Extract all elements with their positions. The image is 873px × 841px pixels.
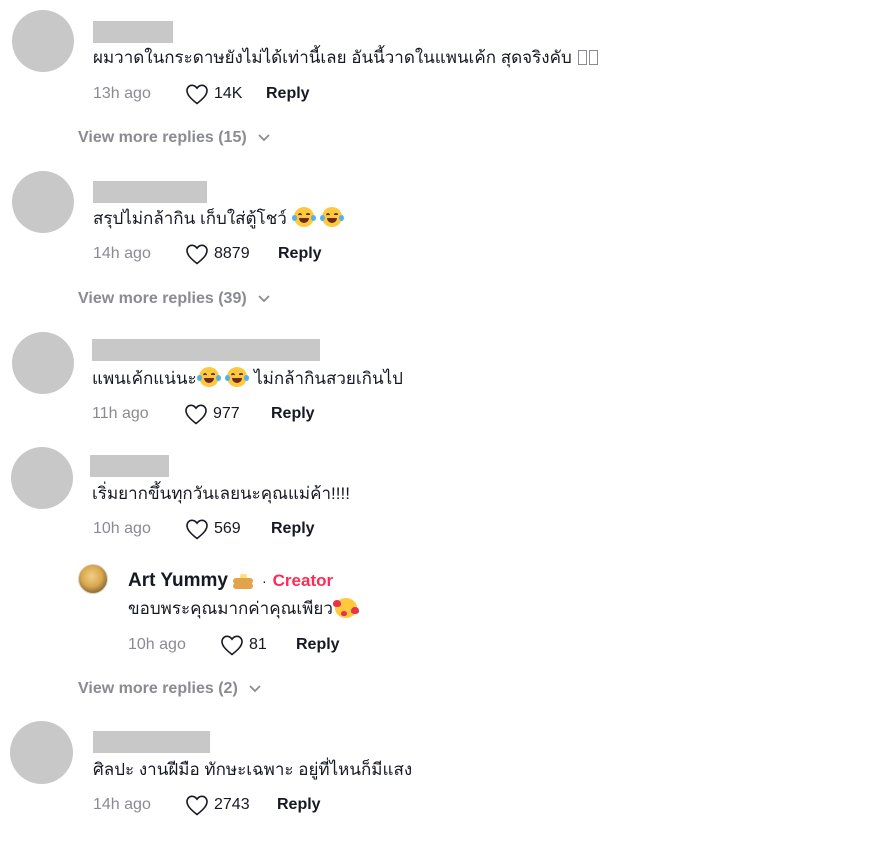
redacted-username[interactable] [90,455,169,477]
missing-glyph-icon [589,50,599,65]
creator-avatar[interactable] [78,564,108,594]
like-button[interactable]: 8879 [185,243,278,265]
like-count: 569 [214,520,241,537]
view-more-replies[interactable]: View more replies (39) [78,290,271,308]
heart-outline-icon [186,244,208,265]
redacted-username[interactable] [93,21,173,43]
reply-button[interactable]: Reply [296,636,340,654]
heart-outline-icon [186,795,208,816]
view-more-label: View more replies (15) [78,129,247,146]
view-more-replies[interactable]: View more replies (15) [78,129,271,147]
view-more-label: View more replies (39) [78,290,247,307]
face-with-tears-of-joy-icon [225,367,250,387]
reply-button[interactable]: Reply [271,405,315,423]
like-count: 2743 [214,796,250,813]
comment-text: ศิลปะ งานฝีมือ ทักษะเฉพาะ อยู่ที่ไหนก็มี… [93,760,413,779]
separator-dot: · [261,573,267,589]
like-count: 977 [213,405,240,422]
avatar[interactable] [12,171,74,233]
like-count: 8879 [214,245,250,262]
timestamp: 10h ago [128,636,186,653]
chevron-down-icon [258,134,270,142]
like-button[interactable]: 81 [220,634,296,656]
face-with-tears-of-joy-icon [196,367,221,387]
reply-button[interactable]: Reply [278,245,322,263]
view-more-replies[interactable]: View more replies (2) [78,680,262,698]
heart-outline-icon [221,635,243,656]
redacted-username[interactable] [92,339,320,361]
like-count: 81 [249,636,267,653]
avatar[interactable] [12,332,74,394]
like-button[interactable]: 569 [185,518,271,540]
smiling-face-with-hearts-icon [332,598,359,618]
avatar[interactable] [11,447,73,509]
heart-outline-icon [185,404,207,425]
like-button[interactable]: 14K [185,83,266,105]
like-button[interactable]: 2743 [185,794,277,816]
chevron-down-icon [258,295,270,303]
reply-button[interactable]: Reply [266,85,310,103]
chevron-down-icon [249,685,261,693]
redacted-username[interactable] [93,731,210,753]
avatar[interactable] [12,10,74,72]
redacted-username[interactable] [93,181,207,203]
timestamp: 13h ago [93,85,151,102]
comment-meta: 14h ago 8879 Reply [93,243,322,265]
creator-name[interactable]: Art Yummy [128,570,228,592]
pancakes-icon [232,572,254,590]
reply-text: ขอบพระคุณมากค่าคุณเพียว [128,598,359,620]
comment-meta: 11h ago 977 Reply [92,403,315,425]
like-button[interactable]: 977 [184,403,271,425]
face-with-tears-of-joy-icon [291,207,316,227]
reply-button[interactable]: Reply [271,520,315,538]
view-more-label: View more replies (2) [78,680,238,697]
timestamp: 10h ago [93,520,151,537]
reply-meta: 10h ago 81 Reply [128,634,340,656]
comment-text: ผมวาดในกระดาษยังไม่ได้เท่านี้เลย อันนี้ว… [93,47,599,69]
creator-badge: Creator [272,571,334,590]
comment-meta: 13h ago 14K Reply [93,83,310,105]
timestamp: 14h ago [93,796,151,813]
comment-text: แพนเค้กแน่นะ ไม่กล้ากินสวยเกินไป [92,367,403,388]
comment-text: เริ่มยากขึ้นทุกวันเลยนะคุณแม่ค้า!!!! [92,484,350,503]
missing-glyph-icon [578,50,588,65]
timestamp: 11h ago [92,405,149,422]
comment-text: สรุปไม่กล้ากิน เก็บใส่ตู้โชว์ [93,207,345,230]
comment-meta: 10h ago 569 Reply [93,518,315,540]
creator-header: Art Yummy · Creator [128,569,333,593]
reply-button[interactable]: Reply [277,796,321,814]
like-count: 14K [214,85,243,102]
avatar[interactable] [10,721,73,784]
heart-outline-icon [186,84,208,105]
face-with-tears-of-joy-icon [320,207,345,227]
timestamp: 14h ago [93,245,151,262]
heart-outline-icon [186,519,208,540]
comment-meta: 14h ago 2743 Reply [93,794,321,816]
